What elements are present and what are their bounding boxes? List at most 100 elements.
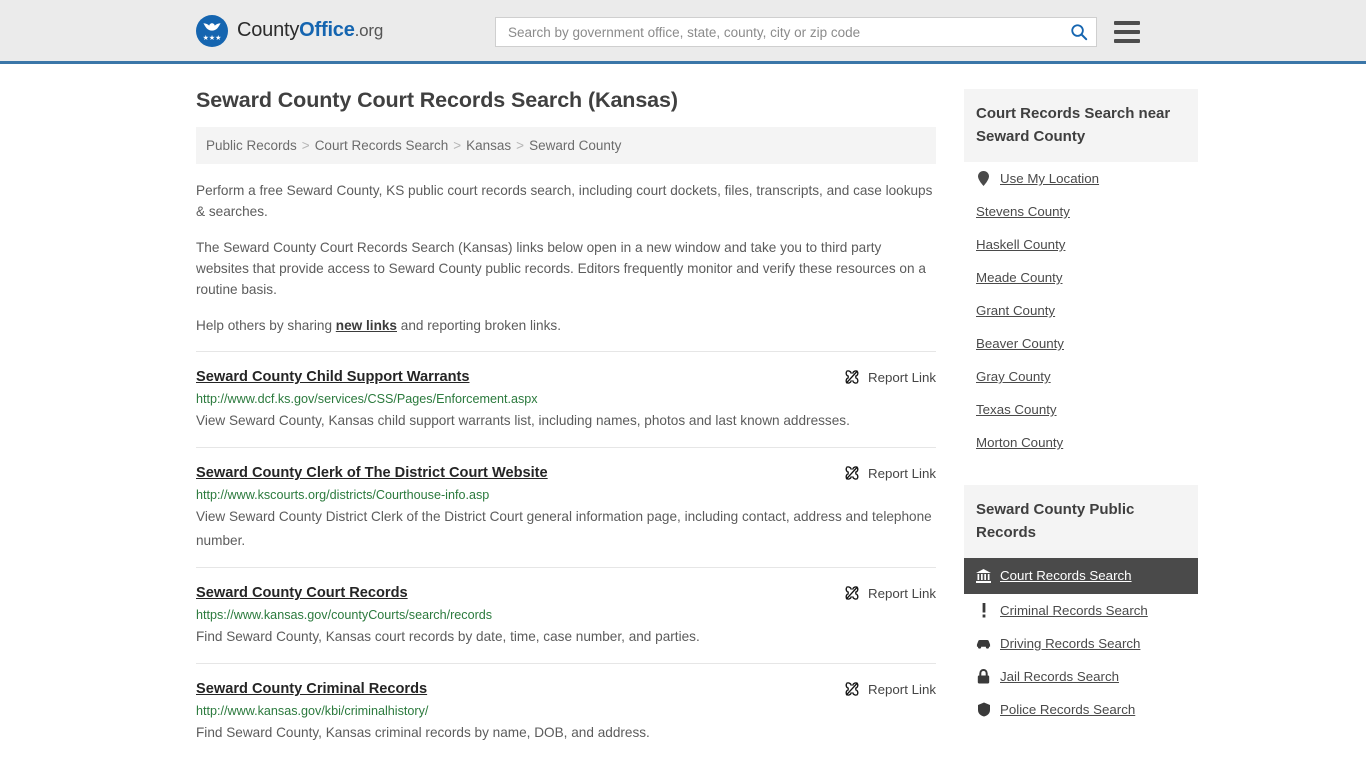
report-link-button[interactable]: Report Link	[844, 680, 936, 697]
intro-paragraph-2: The Seward County Court Records Search (…	[196, 240, 926, 297]
car-icon	[976, 636, 991, 651]
breadcrumb-separator: >	[301, 138, 310, 153]
header-search-area	[495, 17, 1140, 47]
breadcrumb: Public Records > Court Records Search > Kans…	[196, 127, 936, 164]
sidebar-item-police-records-search[interactable]: Police Records Search	[964, 693, 1198, 726]
courthouse-icon	[976, 568, 991, 583]
sidebar-item-jail-records-search[interactable]: Jail Records Search	[964, 660, 1198, 693]
sidebar-public-records-link[interactable]: Driving Records Search	[1000, 636, 1140, 651]
result-description: View Seward County District Clerk of the…	[196, 509, 932, 548]
sidebar-public-records-link[interactable]: Jail Records Search	[1000, 669, 1119, 684]
sidebar-public-records-link[interactable]: Court Records Search	[1000, 568, 1132, 583]
result-item: Seward County Court Records Report Link …	[196, 567, 936, 663]
result-url[interactable]: http://www.kansas.gov/kbi/criminalhistor…	[196, 703, 936, 719]
broken-chain-icon	[845, 586, 859, 600]
report-link-button[interactable]: Report Link	[844, 368, 936, 385]
sidebar-nearby-link[interactable]: Texas County	[976, 402, 1057, 417]
sidebar-item-grant-county[interactable]: Grant County	[964, 294, 1198, 327]
sidebar-item-court-records-search[interactable]: Court Records Search	[964, 558, 1198, 594]
logo-text-org: .org	[354, 21, 384, 40]
police-badge-icon	[976, 702, 991, 717]
sidebar: Court Records Search near Seward County …	[964, 64, 1198, 732]
hamburger-bar	[1114, 39, 1140, 43]
report-link-label: Report Link	[868, 681, 936, 697]
result-item: Seward County Child Support Warrants Rep…	[196, 351, 936, 447]
breadcrumb-item-court-records-search[interactable]: Court Records Search	[315, 138, 449, 153]
sidebar-item-texas-county[interactable]: Texas County	[964, 393, 1198, 426]
report-link-button[interactable]: Report Link	[844, 584, 936, 601]
result-url[interactable]: https://www.kansas.gov/countyCourts/sear…	[196, 607, 936, 623]
result-url[interactable]: http://www.kscourts.org/districts/Courth…	[196, 487, 936, 503]
countyoffice-eagle-logo-icon: ★★★	[196, 14, 228, 47]
result-url[interactable]: http://www.dcf.ks.gov/services/CSS/Pages…	[196, 391, 936, 407]
result-header: Seward County Court Records Report Link	[196, 584, 936, 602]
sidebar-item-criminal-records-search[interactable]: Criminal Records Search	[964, 594, 1198, 627]
search-input[interactable]	[506, 23, 1070, 41]
sidebar-nearby-list: Use My Location Stevens County Haskell C…	[964, 162, 1198, 459]
sidebar-item-use-my-location[interactable]: Use My Location	[964, 162, 1198, 195]
sidebar-nearby-link[interactable]: Gray County	[976, 369, 1051, 384]
sidebar-public-records-list: Court Records Search Criminal Records Se…	[964, 558, 1198, 726]
breadcrumb-item-public-records[interactable]: Public Records	[206, 138, 297, 153]
breadcrumb-item-kansas[interactable]: Kansas	[466, 138, 511, 153]
sidebar-item-morton-county[interactable]: Morton County	[964, 426, 1198, 459]
intro-text: Perform a free Seward County, KS public …	[196, 180, 936, 336]
broken-chain-icon	[845, 370, 859, 384]
result-title-link[interactable]: Seward County Criminal Records	[196, 680, 427, 698]
broken-chain-icon	[845, 466, 859, 480]
sidebar-nearby-link[interactable]: Grant County	[976, 303, 1055, 318]
report-link-label: Report Link	[868, 369, 936, 385]
page-body: Seward County Court Records Search (Kans…	[0, 64, 1366, 759]
result-description: Find Seward County, Kansas court records…	[196, 629, 700, 644]
hamburger-bar	[1114, 21, 1140, 25]
hamburger-menu-icon[interactable]	[1114, 21, 1140, 43]
report-link-label: Report Link	[868, 585, 936, 601]
result-header: Seward County Clerk of The District Cour…	[196, 464, 936, 482]
sidebar-item-beaver-county[interactable]: Beaver County	[964, 327, 1198, 360]
sidebar-public-records-link[interactable]: Police Records Search	[1000, 702, 1135, 717]
logo-stars: ★★★	[202, 34, 222, 42]
sidebar-public-records-block: Seward County Public Records Court Recor…	[964, 485, 1198, 726]
sidebar-item-gray-county[interactable]: Gray County	[964, 360, 1198, 393]
sidebar-item-meade-county[interactable]: Meade County	[964, 261, 1198, 294]
intro-paragraph-3: Help others by sharing new links and rep…	[196, 315, 936, 336]
main-content: Seward County Court Records Search (Kans…	[196, 64, 936, 759]
logo-text-county: County	[237, 19, 300, 41]
report-link-button[interactable]: Report Link	[844, 464, 936, 481]
search-icon[interactable]	[1070, 23, 1088, 41]
sidebar-nearby-heading: Court Records Search near Seward County	[964, 89, 1198, 162]
site-header: ★★★ CountyOffice.org	[0, 0, 1366, 64]
sidebar-nearby-block: Court Records Search near Seward County …	[964, 89, 1198, 459]
eagle-icon	[203, 22, 221, 31]
breadcrumb-separator: >	[516, 138, 525, 153]
sidebar-item-driving-records-search[interactable]: Driving Records Search	[964, 627, 1198, 660]
result-header: Seward County Child Support Warrants Rep…	[196, 368, 936, 386]
breadcrumb-item-seward-county[interactable]: Seward County	[529, 138, 621, 153]
sidebar-nearby-link[interactable]: Beaver County	[976, 336, 1064, 351]
broken-chain-icon	[845, 682, 859, 696]
search-box[interactable]	[495, 17, 1097, 47]
page-title: Seward County Court Records Search (Kans…	[196, 88, 678, 112]
sidebar-nearby-link[interactable]: Use My Location	[1000, 171, 1099, 186]
sidebar-nearby-link[interactable]: Morton County	[976, 435, 1063, 450]
breadcrumb-separator: >	[453, 138, 462, 153]
sidebar-item-stevens-county[interactable]: Stevens County	[964, 195, 1198, 228]
result-description: View Seward County, Kansas child support…	[196, 413, 850, 428]
intro-p3-after: and reporting broken links.	[397, 318, 561, 333]
logo-wordmark: CountyOffice.org	[237, 19, 383, 42]
sidebar-nearby-link[interactable]: Haskell County	[976, 237, 1065, 252]
sidebar-public-records-heading: Seward County Public Records	[964, 485, 1198, 558]
intro-paragraph-1: Perform a free Seward County, KS public …	[196, 183, 933, 219]
sidebar-nearby-link[interactable]: Stevens County	[976, 204, 1070, 219]
site-logo[interactable]: ★★★ CountyOffice.org	[196, 14, 383, 47]
new-links-link[interactable]: new links	[336, 318, 397, 333]
sidebar-nearby-link[interactable]: Meade County	[976, 270, 1062, 285]
sidebar-public-records-link[interactable]: Criminal Records Search	[1000, 603, 1148, 618]
report-link-label: Report Link	[868, 465, 936, 481]
result-title-link[interactable]: Seward County Court Records	[196, 584, 408, 602]
result-header: Seward County Criminal Records Report Li…	[196, 680, 936, 698]
result-title-link[interactable]: Seward County Child Support Warrants	[196, 368, 470, 386]
result-title-link[interactable]: Seward County Clerk of The District Cour…	[196, 464, 548, 482]
sidebar-item-haskell-county[interactable]: Haskell County	[964, 228, 1198, 261]
intro-p3-before: Help others by sharing	[196, 318, 336, 333]
